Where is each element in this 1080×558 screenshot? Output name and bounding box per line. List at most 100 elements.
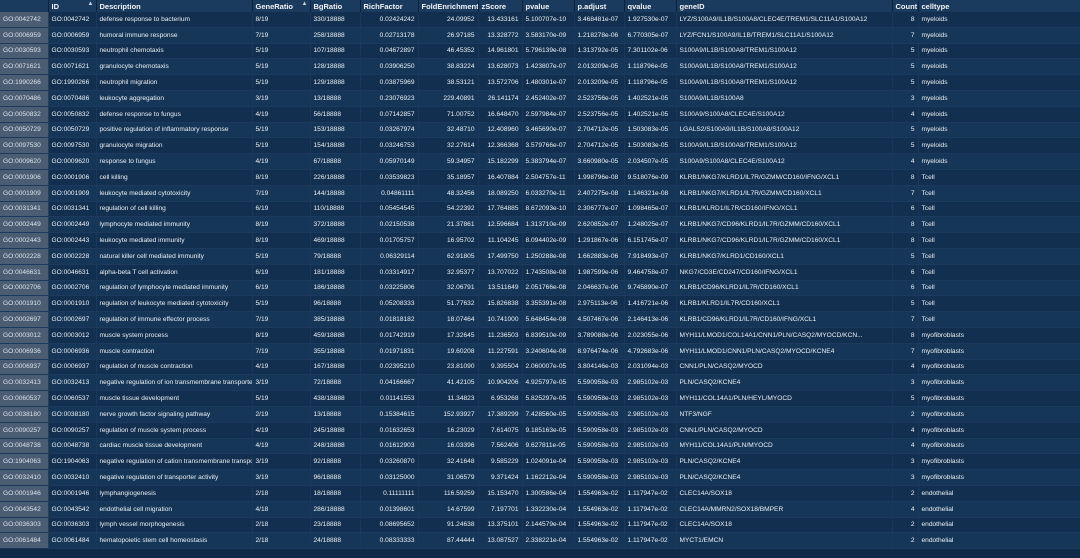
richfactor-cell: 0.15384615 [360,406,419,423]
column-header-qvalue[interactable]: qvalue [624,0,677,12]
table-row[interactable]: GO:0001910 GO:0001910 regulation of leukoc… [0,295,1080,313]
pvalue-cell: 1.743508e-08 [522,264,575,281]
geneid-cell: PLN/CASQ2/KCNE4 [676,453,893,471]
table-row[interactable]: GO:0002443 GO:0002443 leukocyte mediated i… [0,232,1080,249]
table-row[interactable]: GO:0031341 GO:0031341 regulation of cell k… [0,201,1080,218]
column-header-description[interactable]: Description [96,0,253,12]
count-cell: 5 [892,122,919,139]
column-header-richfactor[interactable]: RichFactor [360,0,419,12]
row-name-cell: GO:0009620 [0,153,49,170]
zscore-cell: 13.707022 [478,264,523,281]
table-row[interactable]: GO:0032413 GO:0032413 negative regulation … [0,374,1080,392]
bgratio-cell: 181/18888 [310,264,361,281]
description-cell: leukocyte mediated immunity [96,232,253,249]
column-header-id[interactable]: ID ▲ [48,0,97,12]
qvalue-cell: 9.464758e-07 [624,264,677,281]
generatio-cell: 6/19 [252,201,311,218]
table-row[interactable]: GO:0050729 GO:0050729 positive regulation … [0,122,1080,139]
table-row[interactable]: GO:0006959 GO:0006959 humoral immune respo… [0,27,1080,44]
row-name-cell: GO:0006936 [0,343,49,360]
bgratio-cell: 129/18888 [310,74,361,91]
table-row[interactable]: GO:0070486 GO:0070486 leukocyte aggregatio… [0,90,1080,107]
id-cell: GO:0002228 [48,248,97,265]
table-row[interactable]: GO:0090257 GO:0090257 regulation of muscle… [0,422,1080,439]
table-row[interactable]: GO:0042742 GO:0042742 defense response to … [0,12,1080,28]
generatio-cell: 5/19 [252,58,311,76]
richfactor-cell: 0.01141553 [360,390,419,407]
id-cell: GO:0043542 [48,501,97,518]
horizontal-scrollbar[interactable] [0,552,1080,558]
table-row[interactable]: GO:0046631 GO:0046631 alpha-beta T cell ac… [0,264,1080,281]
padjust-cell: 2.523756e-05 [574,106,625,123]
column-header-foldenrichment[interactable]: FoldEnrichment [418,0,479,12]
table-row[interactable]: GO:0061484 GO:0061484 hematopoietic stem c… [0,532,1080,550]
column-header-celltype[interactable]: celltype [918,0,1080,12]
geneid-cell: KLRB1/KLRD1/IL7R/CD160/IFNG/XCL1 [676,201,893,218]
table-row[interactable]: GO:0038180 GO:0038180 nerve growth factor … [0,406,1080,423]
description-cell: hematopoietic stem cell homeostasis [96,532,253,550]
table-row[interactable]: GO:0002697 GO:0002697 regulation of immune… [0,311,1080,328]
count-cell: 8 [892,216,919,234]
table-row[interactable]: GO:0001946 GO:0001946 lymphangiogenesis 2/1… [0,485,1080,502]
table-row[interactable]: GO:0001906 GO:0001906 cell killing 8/19 226/… [0,169,1080,186]
table-row[interactable]: GO:0032410 GO:0032410 negative regulation … [0,469,1080,486]
column-header-count[interactable]: Count [892,0,919,12]
geneid-cell: LYZ/FCN1/S100A9/IL1B/TREM1/SLC11A1/S100A… [676,27,893,44]
celltype-cell: myofibroblasts [918,327,1080,344]
table-row[interactable]: GO:0001909 GO:0001909 leukocyte mediated c… [0,185,1080,202]
column-header-pvalue[interactable]: pvalue [522,0,575,12]
table-row[interactable]: GO:0002449 GO:0002449 lymphocyte mediated … [0,216,1080,234]
count-cell: 8 [892,232,919,249]
table-row[interactable]: GO:0043542 GO:0043542 endothelial cell mig… [0,501,1080,518]
count-cell: 8 [892,327,919,344]
geneid-cell: KLRB1/KLRD1/IL7R/CD160/XCL1 [676,295,893,313]
celltype-cell: Tcell [918,185,1080,202]
description-cell: regulation of lymphocyte mediated immuni… [96,280,253,297]
table-row[interactable]: GO:0006936 GO:0006936 muscle contraction 7/… [0,343,1080,360]
id-cell: GO:1990266 [48,74,97,91]
table-row[interactable]: GO:0050832 GO:0050832 defense response to … [0,106,1080,123]
row-name-cell: GO:0048738 [0,438,49,455]
table-row[interactable]: GO:0036303 GO:0036303 lymph vessel morphog… [0,517,1080,534]
table-row[interactable]: GO:1904063 GO:1904063 negative regulation … [0,453,1080,471]
celltype-cell: myofibroblasts [918,469,1080,486]
table-row[interactable]: GO:0003012 GO:0003012 muscle system proces… [0,327,1080,344]
table-row[interactable]: GO:0071621 GO:0071621 granulocyte chemotax… [0,58,1080,76]
qvalue-cell: 2.985102e-03 [624,422,677,439]
row-name-cell: GO:0002228 [0,248,49,265]
bgratio-cell: 144/18888 [310,185,361,202]
celltype-cell: Tcell [918,169,1080,186]
sort-icon[interactable]: ▲ [302,1,308,7]
column-header-generatio[interactable]: GeneRatio ▲ [252,0,311,12]
generatio-cell: 4/19 [252,359,311,376]
count-cell: 5 [892,137,919,155]
column-header-padjust[interactable]: p.adjust [574,0,625,12]
qvalue-cell: 1.248025e-07 [624,216,677,234]
pvalue-cell: 2.504757e-11 [522,169,575,186]
table-row[interactable]: GO:0006937 GO:0006937 regulation of muscle… [0,359,1080,376]
foldenrichment-cell: 32.95377 [418,264,479,281]
id-cell: GO:0036303 [48,517,97,534]
celltype-cell: myeloids [918,106,1080,123]
table-row[interactable]: GO:0002228 GO:0002228 natural killer cell … [0,248,1080,265]
richfactor-cell: 0.03246753 [360,137,419,155]
id-cell: GO:0071621 [48,58,97,76]
table-row[interactable]: GO:0030593 GO:0030593 neutrophil chemotaxi… [0,43,1080,60]
celltype-cell: Tcell [918,216,1080,234]
table-row[interactable]: GO:1990266 GO:1990266 neutrophil migration… [0,74,1080,91]
count-cell: 6 [892,201,919,218]
table-row[interactable]: GO:0048738 GO:0048738 cardiac muscle tissu… [0,438,1080,455]
sort-icon[interactable]: ▲ [88,1,94,7]
table-row[interactable]: GO:0097530 GO:0097530 granulocyte migratio… [0,137,1080,155]
row-name-cell: GO:0071621 [0,58,49,76]
generatio-cell: 3/19 [252,90,311,107]
column-header-geneid[interactable]: geneID [676,0,893,12]
column-header-zscore[interactable]: zScore [478,0,523,12]
foldenrichment-cell: 24.09952 [418,12,479,28]
count-cell: 6 [892,264,919,281]
column-header-bgratio[interactable]: BgRatio [310,0,361,12]
table-row[interactable]: GO:0060537 GO:0060537 muscle tissue develo… [0,390,1080,407]
count-cell: 4 [892,438,919,455]
table-row[interactable]: GO:0002706 GO:0002706 regulation of lympho… [0,280,1080,297]
table-row[interactable]: GO:0009620 GO:0009620 response to fungus 4/… [0,153,1080,170]
